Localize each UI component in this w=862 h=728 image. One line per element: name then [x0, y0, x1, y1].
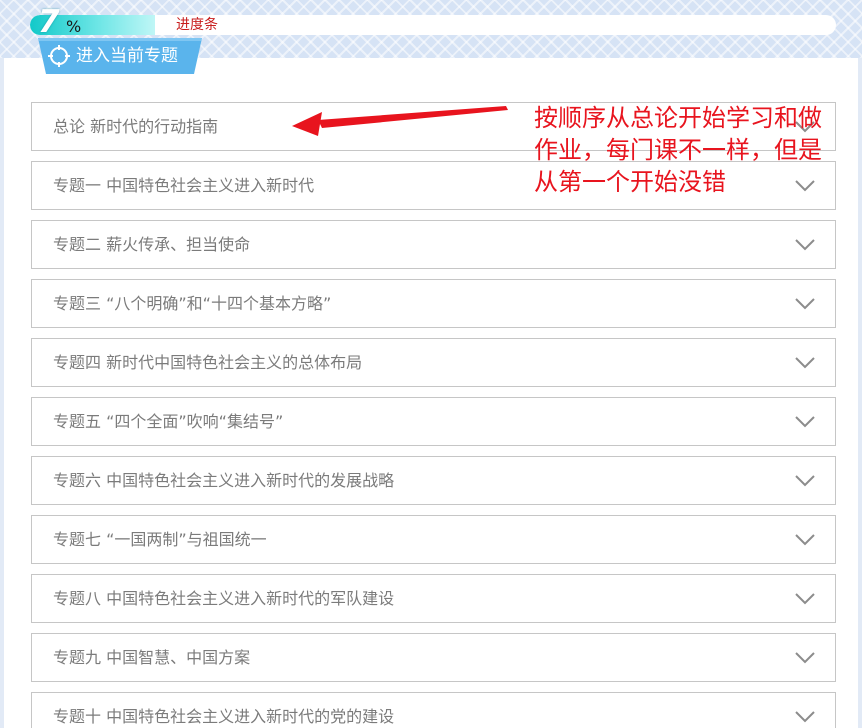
- topic-label: 专题二 薪火传承、担当使命: [53, 235, 251, 254]
- topic-item-5[interactable]: 专题五 “四个全面”吹响“集结号”: [31, 397, 836, 446]
- chevron-down-icon[interactable]: [793, 708, 817, 724]
- progress-unit: %: [66, 17, 82, 36]
- left-frame-border: [0, 58, 4, 728]
- progress-bar: [30, 15, 836, 35]
- crosshair-icon: [48, 45, 70, 67]
- chevron-down-icon[interactable]: [793, 413, 817, 429]
- topic-item-10[interactable]: 专题十 中国特色社会主义进入新时代的党的建设: [31, 692, 836, 728]
- topic-item-3[interactable]: 专题三 “八个明确”和“十四个基本方略”: [31, 279, 836, 328]
- chevron-down-icon[interactable]: [793, 590, 817, 606]
- topic-label: 专题三 “八个明确”和“十四个基本方略”: [53, 294, 332, 313]
- topic-item-6[interactable]: 专题六 中国特色社会主义进入新时代的发展战略: [31, 456, 836, 505]
- progress-value: 7: [38, 4, 60, 40]
- chevron-down-icon[interactable]: [793, 472, 817, 488]
- topic-label: 专题八 中国特色社会主义进入新时代的军队建设: [53, 589, 395, 608]
- topic-label: 专题五 “四个全面”吹响“集结号”: [53, 412, 284, 431]
- topic-item-8[interactable]: 专题八 中国特色社会主义进入新时代的军队建设: [31, 574, 836, 623]
- annotation-line: 按顺序从总论开始学习和做: [534, 104, 822, 132]
- annotation-line: 作业，每门课不一样，但是: [534, 136, 822, 164]
- enter-current-topic-tab[interactable]: 进入当前专题: [38, 38, 202, 74]
- annotation-arrow: [292, 106, 508, 136]
- progress-label: 进度条: [176, 17, 218, 33]
- topic-label: 专题十 中国特色社会主义进入新时代的党的建设: [53, 707, 395, 726]
- annotation-note: 按顺序从总论开始学习和做 作业，每门课不一样，但是 从第一个开始没错: [534, 102, 860, 198]
- topic-label: 总论 新时代的行动指南: [53, 117, 219, 136]
- topic-label: 专题九 中国智慧、中国方案: [53, 648, 251, 667]
- chevron-down-icon[interactable]: [793, 295, 817, 311]
- topic-label: 专题七 “一国两制”与祖国统一: [53, 530, 267, 549]
- section-title: 进入当前专题: [76, 46, 178, 66]
- chevron-down-icon[interactable]: [793, 531, 817, 547]
- topic-item-9[interactable]: 专题九 中国智慧、中国方案: [31, 633, 836, 682]
- topic-label: 专题四 新时代中国特色社会主义的总体布局: [53, 353, 363, 372]
- chevron-down-icon[interactable]: [793, 354, 817, 370]
- topic-label: 专题六 中国特色社会主义进入新时代的发展战略: [53, 471, 395, 490]
- page: 7 % 进度条 进入当前专题 总论 新时代的行动指南 专题一 中国特色社会主义进…: [0, 0, 862, 728]
- topic-label: 专题一 中国特色社会主义进入新时代: [53, 176, 315, 195]
- topic-item-4[interactable]: 专题四 新时代中国特色社会主义的总体布局: [31, 338, 836, 387]
- chevron-down-icon[interactable]: [793, 236, 817, 252]
- topic-item-2[interactable]: 专题二 薪火传承、担当使命: [31, 220, 836, 269]
- topic-item-7[interactable]: 专题七 “一国两制”与祖国统一: [31, 515, 836, 564]
- annotation-line: 从第一个开始没错: [534, 168, 726, 196]
- chevron-down-icon[interactable]: [793, 649, 817, 665]
